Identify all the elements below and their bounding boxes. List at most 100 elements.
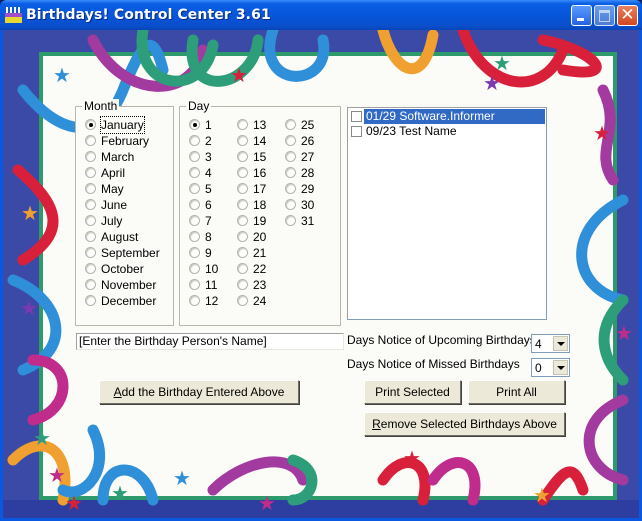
radio-button-icon[interactable] (85, 247, 96, 258)
day-label: 5 (205, 182, 212, 196)
radio-button-icon[interactable] (285, 215, 296, 226)
remove-label: emove Selected Birthdays Above (380, 417, 557, 431)
month-label: August (101, 230, 139, 244)
radio-button-icon[interactable] (237, 183, 248, 194)
list-item[interactable]: 09/23 Test Name (348, 124, 545, 139)
month-group: Month January February March April May June Ju… (75, 99, 174, 326)
radio-button-icon[interactable] (237, 231, 248, 242)
birthday-name-input[interactable]: [Enter the Birthday Person's Name] (76, 333, 344, 350)
month-label: October (101, 262, 144, 276)
star: ★ (20, 296, 38, 320)
star: ★ (21, 201, 39, 225)
day-label: 23 (253, 278, 267, 292)
radio-button-icon[interactable] (85, 183, 96, 194)
radio-button-icon[interactable] (237, 215, 248, 226)
radio-button-icon[interactable] (189, 279, 200, 290)
day-label: 21 (253, 246, 267, 260)
radio-button-icon[interactable] (189, 263, 200, 274)
day-label: 7 (205, 214, 212, 228)
radio-button-icon[interactable] (189, 247, 200, 258)
radio-button-icon[interactable] (285, 199, 296, 210)
star: ★ (593, 121, 611, 145)
remove-selected-button[interactable]: Remove Selected Birthdays Above (364, 412, 565, 436)
client-area: ★ ★ ★ ★ ★ ★ ★ ★ ★ ★ ★ ★ ★ ★ ★ ★ Month Ja… (3, 30, 639, 518)
radio-button-icon[interactable] (189, 183, 200, 194)
radio-button-icon[interactable] (237, 119, 248, 130)
day-label: 1 (205, 118, 212, 132)
radio-button-icon[interactable] (189, 119, 200, 130)
star: ★ (230, 63, 248, 87)
radio-button-icon[interactable] (85, 151, 96, 162)
upcoming-notice-select[interactable]: 4 (531, 334, 570, 353)
radio-button-icon[interactable] (285, 119, 296, 130)
radio-button-icon[interactable] (85, 199, 96, 210)
radio-button-icon[interactable] (189, 167, 200, 178)
radio-button-icon[interactable] (189, 231, 200, 242)
radio-button-icon[interactable] (189, 295, 200, 306)
radio-button-icon[interactable] (85, 263, 96, 274)
radio-button-icon[interactable] (237, 199, 248, 210)
radio-button-icon[interactable] (189, 199, 200, 210)
minimize-button[interactable] (571, 5, 592, 26)
radio-button-icon[interactable] (237, 247, 248, 258)
radio-button-icon[interactable] (85, 279, 96, 290)
day-label: 28 (301, 166, 315, 180)
maximize-button[interactable] (594, 5, 615, 26)
list-item[interactable]: 01/29 Software.Informer (348, 109, 545, 124)
star: ★ (403, 446, 421, 470)
print-selected-button[interactable]: Print Selected (364, 380, 461, 404)
day-label: 2 (205, 134, 212, 148)
radio-button-icon[interactable] (237, 151, 248, 162)
day-label: 29 (301, 182, 315, 196)
print-all-button[interactable]: Print All (468, 380, 565, 404)
star: ★ (33, 426, 51, 450)
radio-button-icon[interactable] (85, 119, 96, 130)
radio-button-icon[interactable] (85, 231, 96, 242)
day-label: 10 (205, 262, 219, 276)
chevron-down-icon[interactable] (553, 336, 568, 351)
radio-button-icon[interactable] (285, 135, 296, 146)
month-group-title: Month (82, 99, 120, 113)
streamer (377, 30, 439, 75)
radio-button-icon[interactable] (237, 135, 248, 146)
month-label: April (101, 166, 126, 180)
month-label: May (101, 182, 124, 196)
star: ★ (65, 491, 83, 515)
checkbox[interactable] (351, 111, 362, 122)
star: ★ (258, 491, 276, 515)
streamer (27, 354, 69, 426)
day-label: 12 (205, 294, 219, 308)
radio-button-icon[interactable] (237, 167, 248, 178)
radio-button-icon[interactable] (285, 151, 296, 162)
star: ★ (533, 483, 551, 507)
radio-button-icon[interactable] (285, 167, 296, 178)
radio-button-icon[interactable] (189, 215, 200, 226)
month-label: December (101, 294, 157, 308)
radio-button-icon[interactable] (85, 295, 96, 306)
day-label: 3 (205, 150, 212, 164)
day-label: 20 (253, 230, 267, 244)
close-button[interactable]: ✕ (617, 5, 638, 26)
day-label: 4 (205, 166, 212, 180)
streamer (264, 30, 330, 82)
month-label: February (101, 134, 150, 148)
radio-button-icon[interactable] (85, 167, 96, 178)
radio-button-icon[interactable] (189, 151, 200, 162)
missed-notice-select[interactable]: 0 (531, 358, 570, 377)
radio-button-icon[interactable] (237, 279, 248, 290)
radio-button-icon[interactable] (85, 135, 96, 146)
streamer (427, 457, 481, 506)
day-label: 6 (205, 198, 212, 212)
radio-button-icon[interactable] (285, 183, 296, 194)
close-icon: ✕ (620, 5, 635, 25)
upcoming-notice-value: 4 (535, 337, 542, 351)
birthday-list[interactable]: 01/29 Software.Informer 09/23 Test Name (347, 107, 547, 320)
checkbox[interactable] (351, 126, 362, 137)
radio-button-icon[interactable] (189, 135, 200, 146)
radio-button-icon[interactable] (85, 215, 96, 226)
title-bar[interactable]: Birthdays! Control Center 3.61 ✕ (0, 0, 642, 30)
chevron-down-icon[interactable] (553, 360, 568, 375)
radio-button-icon[interactable] (237, 295, 248, 306)
radio-button-icon[interactable] (237, 263, 248, 274)
add-birthday-button[interactable]: Add the Birthday Entered Above (99, 380, 299, 404)
